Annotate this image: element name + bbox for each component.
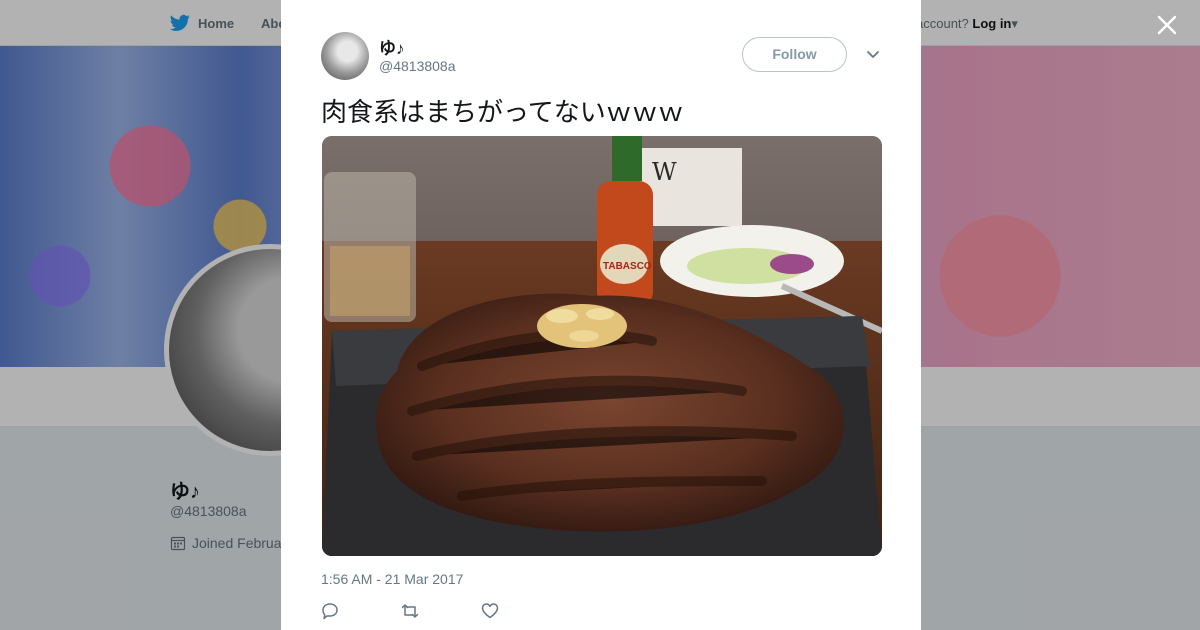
tweet-text: 肉食系はまちがってないｗｗｗ <box>321 98 684 128</box>
tweet-author-handle[interactable]: @4813808a <box>379 58 456 74</box>
wall-sign-text: W <box>652 158 677 186</box>
close-icon <box>1157 15 1177 35</box>
reply-button[interactable] <box>321 602 339 620</box>
heart-icon <box>481 603 499 619</box>
tabasco-label: TABASCO <box>603 261 652 272</box>
tweet-more-button[interactable] <box>864 45 882 63</box>
steak-photo: W TABASCO <box>322 136 882 556</box>
follow-button[interactable]: Follow <box>742 37 847 72</box>
tweet-timestamp[interactable]: 1:56 AM - 21 Mar 2017 <box>321 571 463 587</box>
tweet-photo[interactable]: W TABASCO <box>322 136 882 556</box>
close-button[interactable] <box>1152 10 1182 40</box>
tweet-actions <box>321 602 499 620</box>
retweet-button[interactable] <box>401 602 419 620</box>
tweet-author-avatar[interactable] <box>321 32 369 80</box>
retweet-icon <box>401 604 419 618</box>
like-button[interactable] <box>481 602 499 620</box>
tweet-author-name[interactable]: ゆ♪ <box>379 34 405 59</box>
chevron-down-icon <box>867 51 879 58</box>
tweet-modal: ゆ♪ @4813808a Follow 肉食系はまちがってないｗｗｗ W TAB… <box>281 0 921 630</box>
reply-icon <box>322 603 338 620</box>
